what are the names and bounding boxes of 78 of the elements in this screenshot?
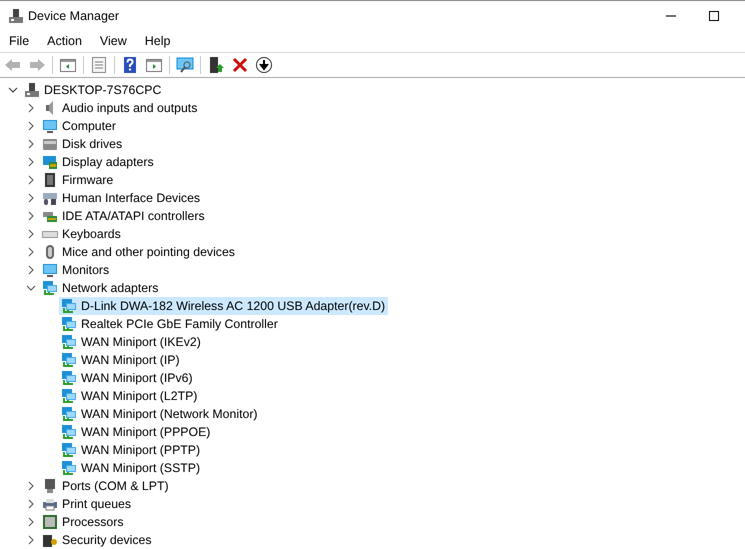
chevron-icon[interactable]: [26, 481, 36, 491]
tree-item[interactable]: WAN Miniport (IP): [59, 351, 183, 369]
tree-item[interactable]: IDE ATA/ATAPI controllers: [40, 207, 208, 225]
network-icon: [61, 424, 77, 440]
tree-item[interactable]: Monitors: [40, 261, 112, 279]
tree-item[interactable]: Processors: [40, 513, 127, 531]
tree-item[interactable]: WAN Miniport (Network Monitor): [59, 405, 261, 423]
tree-item[interactable]: Print queues: [40, 495, 134, 513]
maximize-icon[interactable]: [708, 10, 720, 22]
chevron-icon[interactable]: [26, 517, 36, 527]
tree-item[interactable]: Ports (COM & LPT): [40, 477, 172, 495]
window-title: Device Manager: [28, 8, 120, 22]
port-icon: [42, 478, 58, 494]
monitor-icon: [42, 262, 58, 278]
computer-icon: [8, 8, 24, 24]
network-icon: [61, 298, 77, 314]
console-tree-icon[interactable]: [59, 56, 77, 74]
printer-icon: [42, 496, 58, 512]
chevron-icon[interactable]: [26, 157, 36, 167]
chevron-icon[interactable]: [8, 85, 18, 95]
keyboard-mouse-icon: [42, 190, 58, 206]
computer-icon: [24, 82, 40, 98]
menu-item[interactable]: File: [9, 34, 30, 48]
chevron-icon[interactable]: [26, 247, 36, 257]
network-icon: [42, 280, 58, 296]
menu-item[interactable]: Help: [144, 34, 170, 48]
tree-item[interactable]: Disk drives: [40, 135, 126, 153]
tree-item[interactable]: WAN Miniport (IKEv2): [59, 333, 204, 351]
tree-item[interactable]: Realtek PCIe GbE Family Controller: [59, 315, 281, 333]
tree-item[interactable]: Firmware: [40, 171, 116, 189]
tree-item[interactable]: WAN Miniport (PPPOE): [59, 423, 214, 441]
network-icon: [61, 316, 77, 332]
chevron-icon[interactable]: [26, 139, 36, 149]
network-icon: [61, 334, 77, 350]
tree-item[interactable]: Network adapters: [40, 279, 162, 297]
tree-item[interactable]: D-Link DWA-182 Wireless AC 1200 USB Adapter(rev.D): [59, 297, 388, 315]
tree-item[interactable]: Human Interface Devices: [40, 189, 204, 207]
chip-icon: [42, 172, 58, 188]
security-device-icon: [42, 532, 58, 548]
network-icon: [61, 406, 77, 422]
processor-icon: [42, 514, 58, 530]
chevron-icon[interactable]: [26, 193, 36, 203]
menu-item[interactable]: View: [100, 34, 127, 48]
tree-item[interactable]: Display adapters: [40, 153, 157, 171]
monitor-icon: [42, 118, 58, 134]
tree-item[interactable]: WAN Miniport (IPv6): [59, 369, 196, 387]
chevron-icon[interactable]: [26, 535, 36, 545]
display-adapter-icon: [42, 154, 58, 170]
help-icon[interactable]: [121, 56, 139, 74]
chevron-icon[interactable]: [26, 103, 36, 113]
uninstall-icon[interactable]: [231, 56, 249, 74]
disk-drive-icon: [42, 136, 58, 152]
chevron-icon[interactable]: [26, 265, 36, 275]
tree-item[interactable]: Mice and other pointing devices: [40, 243, 238, 261]
tree-item[interactable]: Keyboards: [40, 225, 124, 243]
network-icon: [61, 388, 77, 404]
chevron-icon[interactable]: [26, 175, 36, 185]
tree-item[interactable]: WAN Miniport (SSTP): [59, 459, 204, 477]
tree-item[interactable]: Audio inputs and outputs: [40, 99, 200, 117]
properties-icon[interactable]: [90, 56, 108, 74]
menu-item[interactable]: Action: [47, 34, 82, 48]
chevron-icon[interactable]: [26, 283, 36, 293]
scan-monitor-icon[interactable]: [176, 56, 194, 74]
tree-item[interactable]: WAN Miniport (L2TP): [59, 387, 200, 405]
chevron-icon[interactable]: [26, 499, 36, 509]
tree-item[interactable]: Computer: [40, 117, 119, 135]
network-icon: [61, 442, 77, 458]
network-icon: [61, 352, 77, 368]
chevron-icon[interactable]: [26, 121, 36, 131]
tree-item[interactable]: Security devices: [40, 531, 155, 549]
tree-item[interactable]: DESKTOP-7S76CPC: [22, 81, 164, 99]
network-icon: [61, 370, 77, 386]
tree-item[interactable]: WAN Miniport (PPTP): [59, 441, 204, 459]
action-pane-icon[interactable]: [145, 56, 163, 74]
chevron-icon[interactable]: [26, 229, 36, 239]
chevron-icon[interactable]: [26, 211, 36, 221]
network-icon: [61, 460, 77, 476]
update-driver-icon[interactable]: [207, 56, 225, 74]
